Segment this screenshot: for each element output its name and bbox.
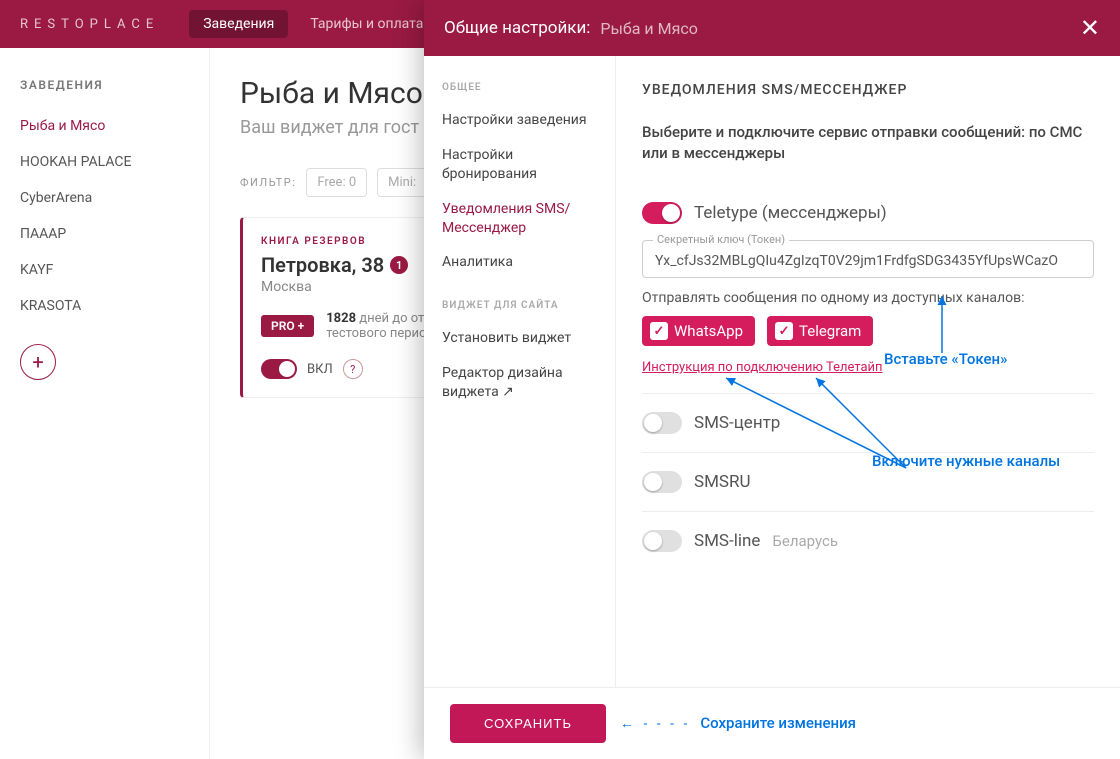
modal-side-item-design[interactable]: Редактор дизайна виджета ↗ [442,356,597,410]
sms-center-name: SMS-центр [694,413,780,433]
modal-side-heading: ОБЩЕЕ [442,82,597,93]
sidebar-item[interactable]: KRASOTA [20,288,209,324]
card-toggle[interactable] [261,359,297,379]
token-field: Секретный ключ (Токен) [642,240,1094,278]
modal-title: Общие настройки: [444,18,590,38]
section-title: УВЕДОМЛЕНИЯ SMS/МЕССЕНДЖЕР [642,82,1094,98]
save-button[interactable]: СОХРАНИТЬ [450,704,606,743]
help-icon[interactable]: ? [343,359,363,379]
sidebar-item[interactable]: KAYF [20,252,209,288]
channel-label: WhatsApp [674,322,743,340]
provider-teletype: Teletype (мессенджеры) Секретный ключ (Т… [642,184,1094,393]
card-days-text2: тестового перио [326,326,426,341]
modal-side-item-install[interactable]: Установить виджет [442,321,597,356]
card-toggle-label: ВКЛ [307,362,333,377]
modal-subtitle: Рыба и Мясо [600,19,698,38]
instruction-link[interactable]: Инструкция по подключению Телетайп [642,360,883,375]
modal-footer: СОХРАНИТЬ ← - - - - Сохраните изменения [424,687,1120,759]
sidebar-item[interactable]: CyberArena [20,180,209,216]
smsline-sub: Беларусь [772,532,838,550]
card-title-text: Петровка, 38 [261,253,384,277]
filter-label: ФИЛЬТР: [240,176,296,189]
teletype-toggle[interactable] [642,202,682,224]
card-days-text: дней до от [359,311,424,326]
sms-center-toggle[interactable] [642,412,682,434]
token-label: Секретный ключ (Токен) [653,233,789,246]
check-icon: ✓ [775,322,793,340]
modal-header: Общие настройки: Рыба и Мясо ✕ [424,0,1120,56]
smsru-name: SMSRU [694,472,751,492]
modal-main: УВЕДОМЛЕНИЯ SMS/МЕССЕНДЖЕР Выберите и по… [616,56,1120,687]
channel-telegram[interactable]: ✓ Telegram [767,316,873,346]
sidebar-item[interactable]: Рыба и Мясо [20,108,209,144]
sidebar-list: Рыба и Мясо HOOKAH PALACE CyberArena ПАА… [20,108,209,324]
smsline-toggle[interactable] [642,530,682,552]
sidebar-heading: ЗАВЕДЕНИЯ [20,78,209,92]
channels-label: Отправлять сообщения по одному из доступ… [642,290,1094,306]
provider-smsru: SMSRU [642,452,1094,511]
filter-chip[interactable]: Free: 0 [306,168,367,197]
channel-whatsapp[interactable]: ✓ WhatsApp [642,316,755,346]
modal-side-item-analytics[interactable]: Аналитика [442,245,597,280]
card-info: 1828 дней до от тестового перио [326,311,426,341]
annotation-arrow-dashes: ← - - - - [620,715,690,732]
smsline-name: SMS-line [694,531,760,551]
logo: RESTOPLACE [20,17,159,32]
modal-side-heading: ВИДЖЕТ ДЛЯ САЙТА [442,300,597,311]
filter-chip[interactable]: Mini: [377,168,427,197]
channels: ✓ WhatsApp ✓ Telegram [642,316,1094,346]
sidebar-item[interactable]: ПАААР [20,216,209,252]
modal-body: ОБЩЕЕ Настройки заведения Настройки брон… [424,56,1120,687]
pro-badge: PRO + [261,315,314,337]
nav-establishments[interactable]: Заведения [189,10,288,38]
provider-smsline: SMS-line Беларусь [642,511,1094,570]
provider-sms-center: SMS-центр [642,393,1094,452]
left-sidebar: ЗАВЕДЕНИЯ Рыба и Мясо HOOKAH PALACE Cybe… [0,48,210,759]
channel-label: Telegram [799,322,861,340]
modal-side-item-notifications[interactable]: Уведомления SMS/Мессенджер [442,192,597,246]
top-nav: Заведения Тарифы и оплата [189,10,437,38]
token-input[interactable] [655,253,1081,269]
modal-side-item-settings[interactable]: Настройки заведения [442,103,597,138]
settings-modal: Общие настройки: Рыба и Мясо ✕ ОБЩЕЕ Нас… [424,0,1120,759]
add-establishment-button[interactable]: + [20,344,56,380]
check-icon: ✓ [650,322,668,340]
sidebar-item[interactable]: HOOKAH PALACE [20,144,209,180]
modal-side-item-booking[interactable]: Настройки бронирования [442,138,597,192]
nav-tariffs[interactable]: Тарифы и оплата [296,10,437,38]
close-icon[interactable]: ✕ [1080,14,1100,42]
teletype-name: Teletype (мессенджеры) [694,203,887,223]
card-days: 1828 [326,311,356,326]
smsru-toggle[interactable] [642,471,682,493]
section-desc: Выберите и подключите сервис отправки со… [642,122,1094,164]
modal-sidebar: ОБЩЕЕ Настройки заведения Настройки брон… [424,56,616,687]
annotation-save: Сохраните изменения [700,714,856,734]
card-badge: 1 [390,256,408,274]
